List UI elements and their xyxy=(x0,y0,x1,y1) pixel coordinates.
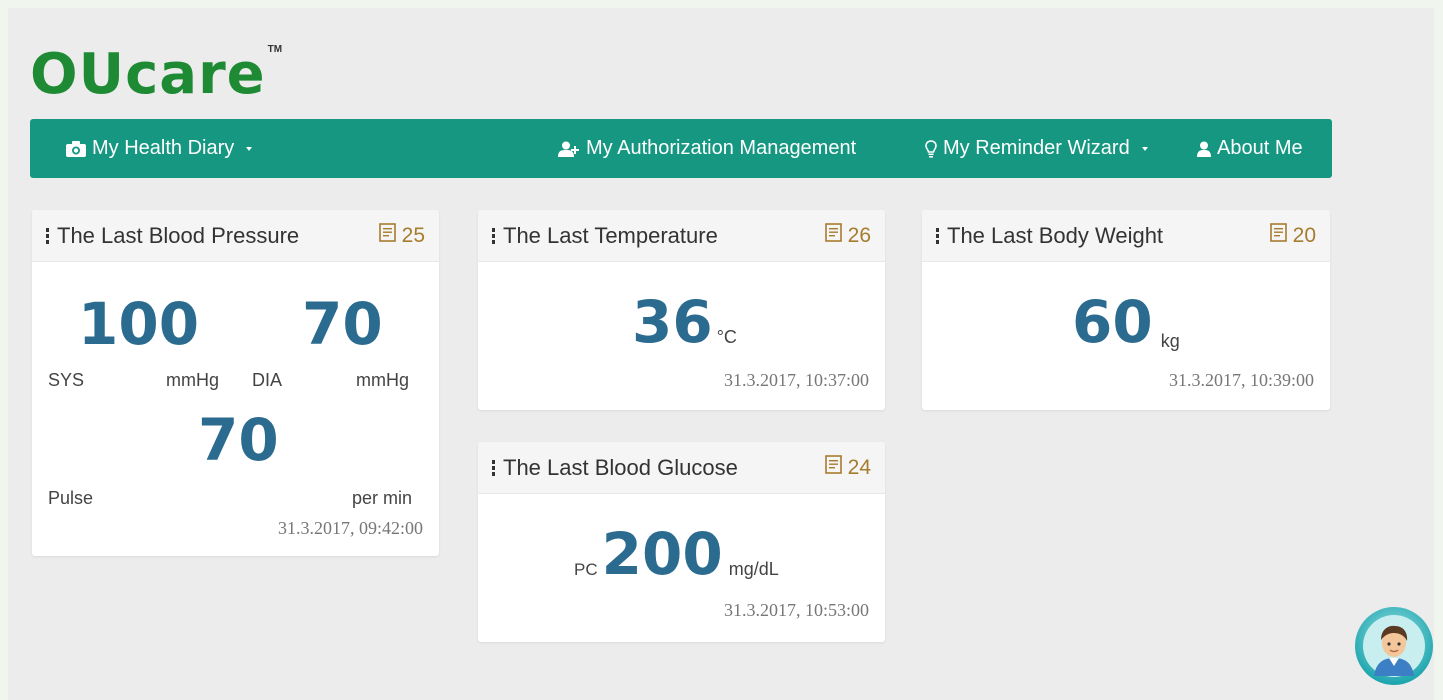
pulse-label: Pulse xyxy=(48,488,94,508)
nav-health-diary[interactable]: My Health Diary xyxy=(66,119,253,178)
sys-unit: mmHg xyxy=(166,370,219,390)
glucose-unit: mg/dL xyxy=(728,559,779,579)
nav-about-me-label: About Me xyxy=(1217,137,1303,159)
dia-label: DIA xyxy=(252,370,283,390)
record-count: 24 xyxy=(847,455,871,479)
card-title: The Last Temperature xyxy=(503,222,718,248)
temperature-value: 36 xyxy=(632,288,713,356)
weight-unit: kg xyxy=(1160,331,1180,351)
card-title: The Last Body Weight xyxy=(947,222,1164,248)
pulse-value: 70 xyxy=(198,406,279,474)
nav-reminder-wizard-label: My Reminder Wizard xyxy=(943,137,1130,159)
chevron-down-icon xyxy=(1141,146,1148,151)
weight-value: 60 xyxy=(1072,288,1153,356)
card-header: The Last Body Weight 20 xyxy=(922,210,1330,262)
temperature-card: The Last Temperature 26 36 °C 31.3.2017,… xyxy=(478,210,885,410)
main-navbar: My Health Diary My Authorization Managem… xyxy=(30,119,1332,178)
body-weight-card: The Last Body Weight 20 60 kg 31.3.2017,… xyxy=(922,210,1330,410)
timestamp: 31.3.2017, 09:42:00 xyxy=(277,518,423,538)
logo-trademark: TM xyxy=(267,44,283,55)
card-title: The Last Blood Pressure xyxy=(57,222,300,248)
nav-about-me[interactable]: About Me xyxy=(1197,119,1303,178)
nav-reminder-wizard[interactable]: My Reminder Wizard xyxy=(925,119,1148,178)
blood-pressure-card: The Last Blood Pressure 25 100 70 SYS mm… xyxy=(32,210,439,556)
logo-text: OUcare xyxy=(30,42,266,107)
record-count: 25 xyxy=(401,223,425,247)
lightbulb-icon xyxy=(925,139,937,158)
dia-unit: mmHg xyxy=(356,370,409,390)
temperature-unit: °C xyxy=(716,327,737,347)
record-count: 26 xyxy=(847,223,871,247)
document-icon xyxy=(378,223,396,248)
document-icon xyxy=(1269,223,1287,248)
record-count-link[interactable]: 26 xyxy=(824,223,871,248)
card-header: The Last Blood Pressure 25 xyxy=(32,210,439,262)
record-count-link[interactable]: 20 xyxy=(1269,223,1316,248)
record-count-link[interactable]: 24 xyxy=(824,455,871,480)
sys-label: SYS xyxy=(48,370,85,390)
nav-health-diary-label: My Health Diary xyxy=(92,137,235,159)
timestamp: 31.3.2017, 10:53:00 xyxy=(723,600,869,620)
glucose-prefix: PC xyxy=(574,560,598,579)
card-title: The Last Blood Glucose xyxy=(503,454,738,480)
blood-glucose-card: The Last Blood Glucose 24 PC 200 mg/dL 3… xyxy=(478,442,885,642)
dia-value: 70 xyxy=(302,290,383,358)
chevron-down-icon xyxy=(246,146,253,151)
record-count: 20 xyxy=(1292,223,1316,247)
card-header: The Last Blood Glucose 24 xyxy=(478,442,885,494)
pulse-unit: per min xyxy=(352,488,413,508)
app-logo[interactable]: OUcare TM xyxy=(30,40,282,110)
vertical-dots-icon xyxy=(936,227,939,244)
sys-value: 100 xyxy=(78,290,200,358)
document-icon xyxy=(824,223,842,248)
vertical-dots-icon xyxy=(46,227,49,244)
camera-icon xyxy=(66,140,86,157)
user-plus-icon xyxy=(558,141,580,157)
vertical-dots-icon xyxy=(492,459,495,476)
timestamp: 31.3.2017, 10:39:00 xyxy=(1168,370,1314,390)
record-count-link[interactable]: 25 xyxy=(378,223,425,248)
avatar-icon[interactable] xyxy=(1354,606,1434,686)
user-icon xyxy=(1197,141,1211,157)
vertical-dots-icon xyxy=(492,227,495,244)
glucose-value: 200 xyxy=(601,520,723,588)
nav-authorization[interactable]: My Authorization Management xyxy=(558,119,856,178)
nav-authorization-label: My Authorization Management xyxy=(586,137,857,159)
document-icon xyxy=(824,455,842,480)
timestamp: 31.3.2017, 10:37:00 xyxy=(723,370,869,390)
card-header: The Last Temperature 26 xyxy=(478,210,885,262)
